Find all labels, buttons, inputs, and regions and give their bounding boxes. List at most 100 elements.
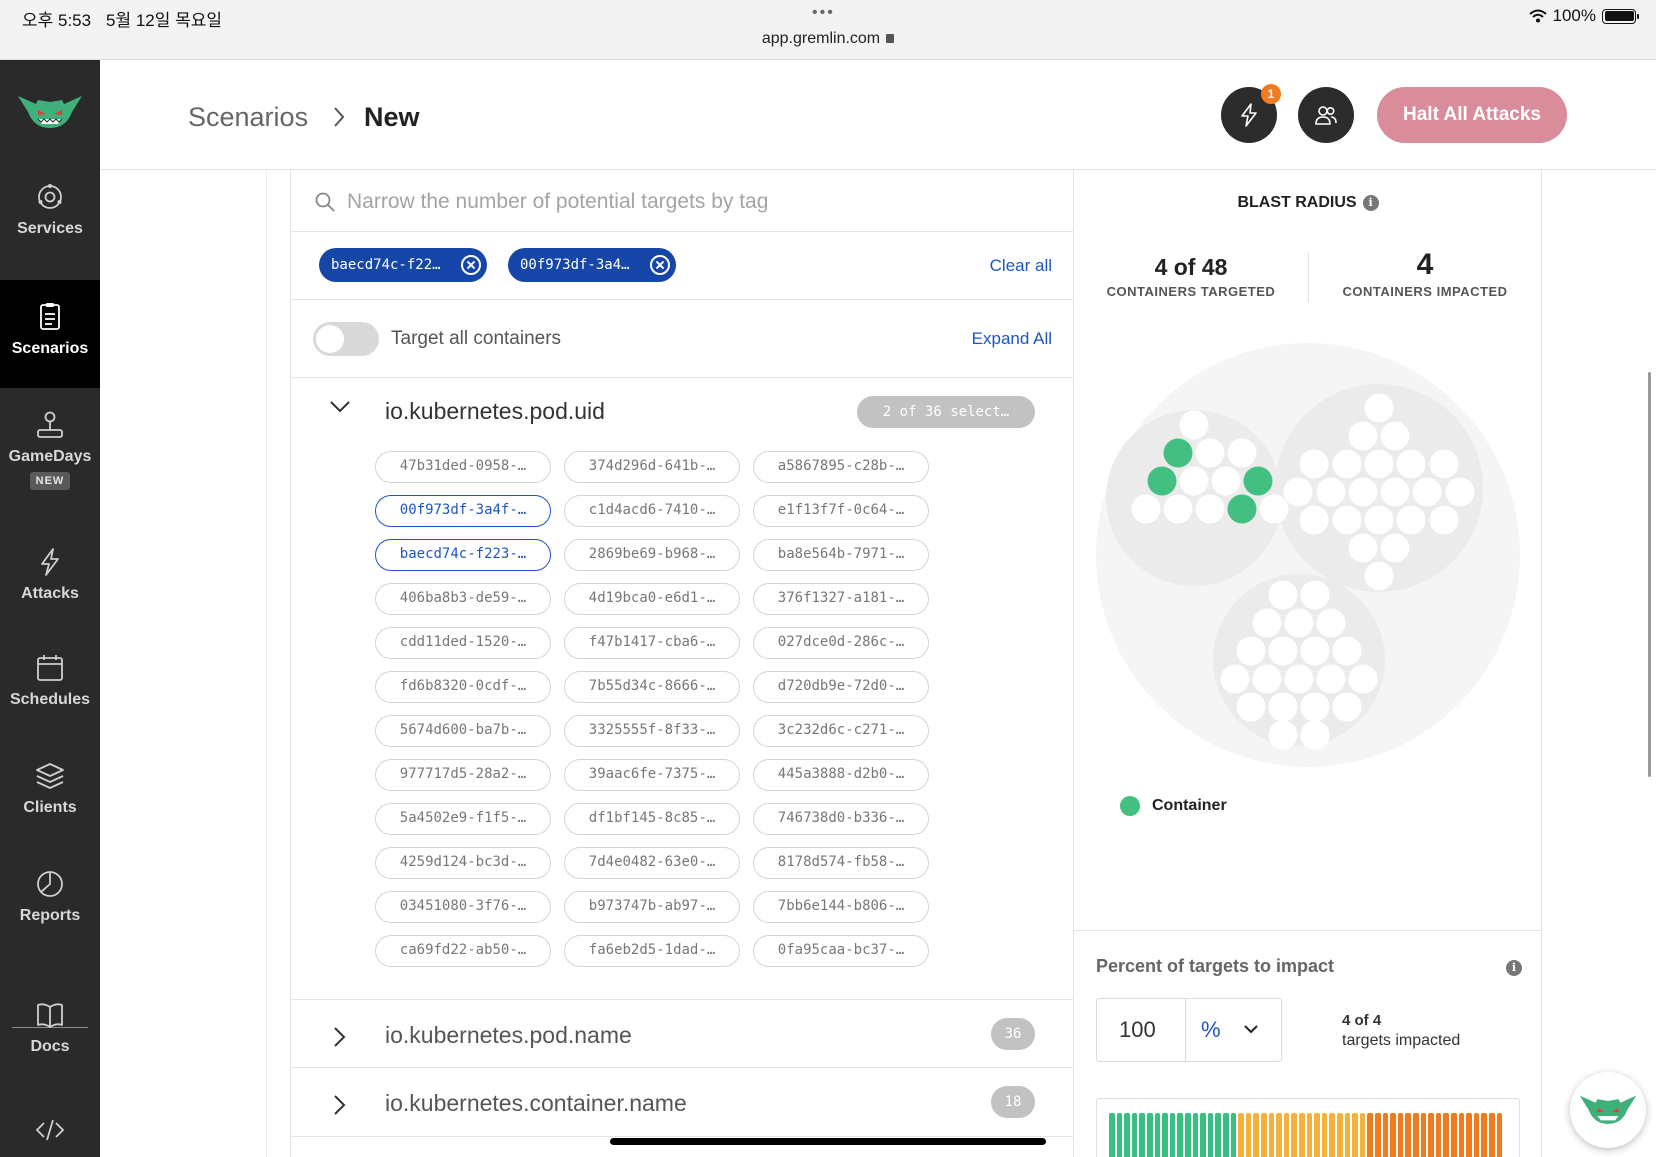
gremlin-logo-icon[interactable]: [16, 90, 84, 130]
pod-uid-option[interactable]: 4259d124-bc3d-…: [375, 847, 551, 879]
sidebar-label-scenarios: Scenarios: [11, 340, 89, 357]
remove-chip-icon[interactable]: [650, 255, 670, 275]
pod-uid-option[interactable]: 5a4502e9-f1f5-…: [375, 803, 551, 835]
halt-all-attacks-button[interactable]: Halt All Attacks: [1377, 87, 1567, 143]
sidebar-item-reports[interactable]: Reports: [0, 869, 100, 969]
pod-uid-option[interactable]: 39aac6fe-7375-…: [564, 759, 740, 791]
breadcrumb-scenarios[interactable]: Scenarios: [188, 102, 308, 133]
sidebar-item-scenarios[interactable]: Scenarios: [0, 280, 100, 388]
sidebar-label-reports: Reports: [19, 907, 81, 924]
impact-bar: [1420, 1113, 1427, 1157]
pod-uid-option[interactable]: d720db9e-72d0-…: [753, 671, 929, 703]
pod-uid-option[interactable]: 03451080-3f76-…: [375, 891, 551, 923]
container: [1316, 608, 1346, 638]
pod-uid-option[interactable]: e1f13f7f-0c64-…: [753, 495, 929, 527]
impact-bar: [1230, 1113, 1237, 1157]
container: [1195, 494, 1225, 524]
clear-all-link[interactable]: Clear all: [990, 256, 1052, 276]
new-badge: NEW: [29, 472, 71, 490]
pod-uid-option[interactable]: 746738d0-b336-…: [753, 803, 929, 835]
pod-uid-option[interactable]: baecd74c-f223-…: [375, 539, 551, 571]
tag-group-title: io.kubernetes.pod.uid: [385, 398, 605, 424]
team-button[interactable]: [1298, 87, 1354, 143]
pod-uid-option[interactable]: 00f973df-3a4f-…: [375, 495, 551, 527]
impacted-container: [1147, 466, 1177, 496]
pod-uid-option[interactable]: a5867895-c28b-…: [753, 451, 929, 483]
pod-uid-option[interactable]: 3325555f-8f33-…: [564, 715, 740, 747]
pod-uid-option[interactable]: 47b31ded-0958-…: [375, 451, 551, 483]
address-bar[interactable]: app.gremlin.com: [0, 30, 1656, 48]
impact-bar: [1299, 1113, 1305, 1157]
container: [1268, 580, 1298, 610]
sidebar-item-schedules[interactable]: Schedules: [0, 653, 100, 753]
chevron-down-icon[interactable]: [1243, 1023, 1259, 1035]
scrollbar-thumb[interactable]: [1648, 372, 1651, 777]
pod-uid-option[interactable]: fa6eb2d5-1dad-…: [564, 935, 740, 967]
impact-bar: [1109, 1113, 1115, 1157]
remove-chip-icon[interactable]: [461, 255, 481, 275]
pod-uid-option[interactable]: c1d4acd6-7410-…: [564, 495, 740, 527]
expand-all-link[interactable]: Expand All: [972, 329, 1052, 349]
tag-group-header[interactable]: io.kubernetes.container.name 18: [291, 1068, 1074, 1136]
targets-impacted-count: 4 of 4: [1342, 1012, 1382, 1029]
pod-uid-option[interactable]: 2869be69-b968-…: [564, 539, 740, 571]
percent-input[interactable]: 100: [1119, 1017, 1156, 1043]
selected-tag-chip[interactable]: baecd74c-f22…: [319, 248, 487, 282]
container: [1445, 477, 1475, 507]
pod-uid-option[interactable]: 374d296d-641b-…: [564, 451, 740, 483]
pod-uid-option[interactable]: 7bb6e144-b806-…: [753, 891, 929, 923]
attacks-activity-button[interactable]: 1: [1221, 84, 1281, 143]
pod-uid-option[interactable]: df1bf145-8c85-…: [564, 803, 740, 835]
pod-uid-option[interactable]: ca69fd22-ab50-…: [375, 935, 551, 967]
tag-group-header[interactable]: io.kubernetes.pod.name 36: [291, 1000, 1074, 1068]
info-icon[interactable]: i: [1506, 960, 1522, 976]
tag-search-input[interactable]: [347, 186, 1047, 218]
container: [1348, 664, 1378, 694]
impact-bar: [1329, 1113, 1335, 1157]
container: [1348, 477, 1378, 507]
impact-bar: [1306, 1113, 1313, 1157]
tag-count-badge: 18: [991, 1086, 1035, 1118]
host-cluster: [1213, 574, 1385, 746]
pod-uid-option[interactable]: 8178d574-fb58-…: [753, 847, 929, 879]
pod-uid-option[interactable]: 376f1327-a181-…: [753, 583, 929, 615]
pod-uid-option[interactable]: b973747b-ab97-…: [564, 891, 740, 923]
container: [1268, 636, 1298, 666]
container: [1332, 636, 1362, 666]
more-dots-icon[interactable]: •••: [812, 4, 835, 22]
unit-select[interactable]: %: [1201, 1017, 1221, 1043]
blast-radius-title: BLAST RADIUS: [1237, 194, 1357, 211]
divider: [1074, 930, 1541, 931]
impact-bar: [1192, 1113, 1199, 1157]
pod-uid-option[interactable]: cdd11ded-1520-…: [375, 627, 551, 659]
sidebar-item-api[interactable]: [0, 1115, 100, 1155]
sidebar-label-schedules: Schedules: [9, 691, 91, 708]
target-all-label: Target all containers: [391, 328, 562, 349]
pod-uid-option[interactable]: 0fa95caa-bc37-…: [753, 935, 929, 967]
sidebar-item-clients[interactable]: Clients: [0, 761, 100, 861]
sidebar-item-gamedays[interactable]: GameDays NEW: [0, 410, 100, 540]
info-icon[interactable]: i: [1362, 195, 1379, 211]
pod-uid-option[interactable]: 7d4e0482-63e0-…: [564, 847, 740, 879]
pod-uid-option[interactable]: fd6b8320-0cdf-…: [375, 671, 551, 703]
tag-group-header[interactable]: io.kubernetes.pod.uid 2 of 36 select…: [291, 378, 1074, 446]
target-all-toggle[interactable]: [313, 322, 379, 356]
pod-uid-option[interactable]: 445a3888-d2b0-…: [753, 759, 929, 791]
sidebar-item-services[interactable]: Services: [0, 182, 100, 282]
sidebar-item-docs[interactable]: Docs: [0, 1000, 100, 1100]
pod-uid-option[interactable]: 7b55d34c-8666-…: [564, 671, 740, 703]
selected-tag-chip[interactable]: 00f973df-3a4…: [508, 248, 676, 282]
pod-uid-option[interactable]: 977717d5-28a2-…: [375, 759, 551, 791]
container: [1396, 449, 1426, 479]
pod-uid-option[interactable]: 5674d600-ba7b-…: [375, 715, 551, 747]
pod-uid-option[interactable]: ba8e564b-7971-…: [753, 539, 929, 571]
pod-uid-option[interactable]: 4d19bca0-e6d1-…: [564, 583, 740, 615]
pod-uid-option[interactable]: 406ba8b3-de59-…: [375, 583, 551, 615]
pod-uid-option[interactable]: 027dce0d-286c-…: [753, 627, 929, 659]
tag-group-title: io.kubernetes.pod.name: [385, 1022, 632, 1048]
sidebar-item-attacks[interactable]: Attacks: [0, 547, 100, 647]
help-mascot-button[interactable]: [1570, 1072, 1646, 1148]
pod-uid-option[interactable]: 3c232d6c-c271-…: [753, 715, 929, 747]
container: [1252, 608, 1282, 638]
pod-uid-option[interactable]: f47b1417-cba6-…: [564, 627, 740, 659]
